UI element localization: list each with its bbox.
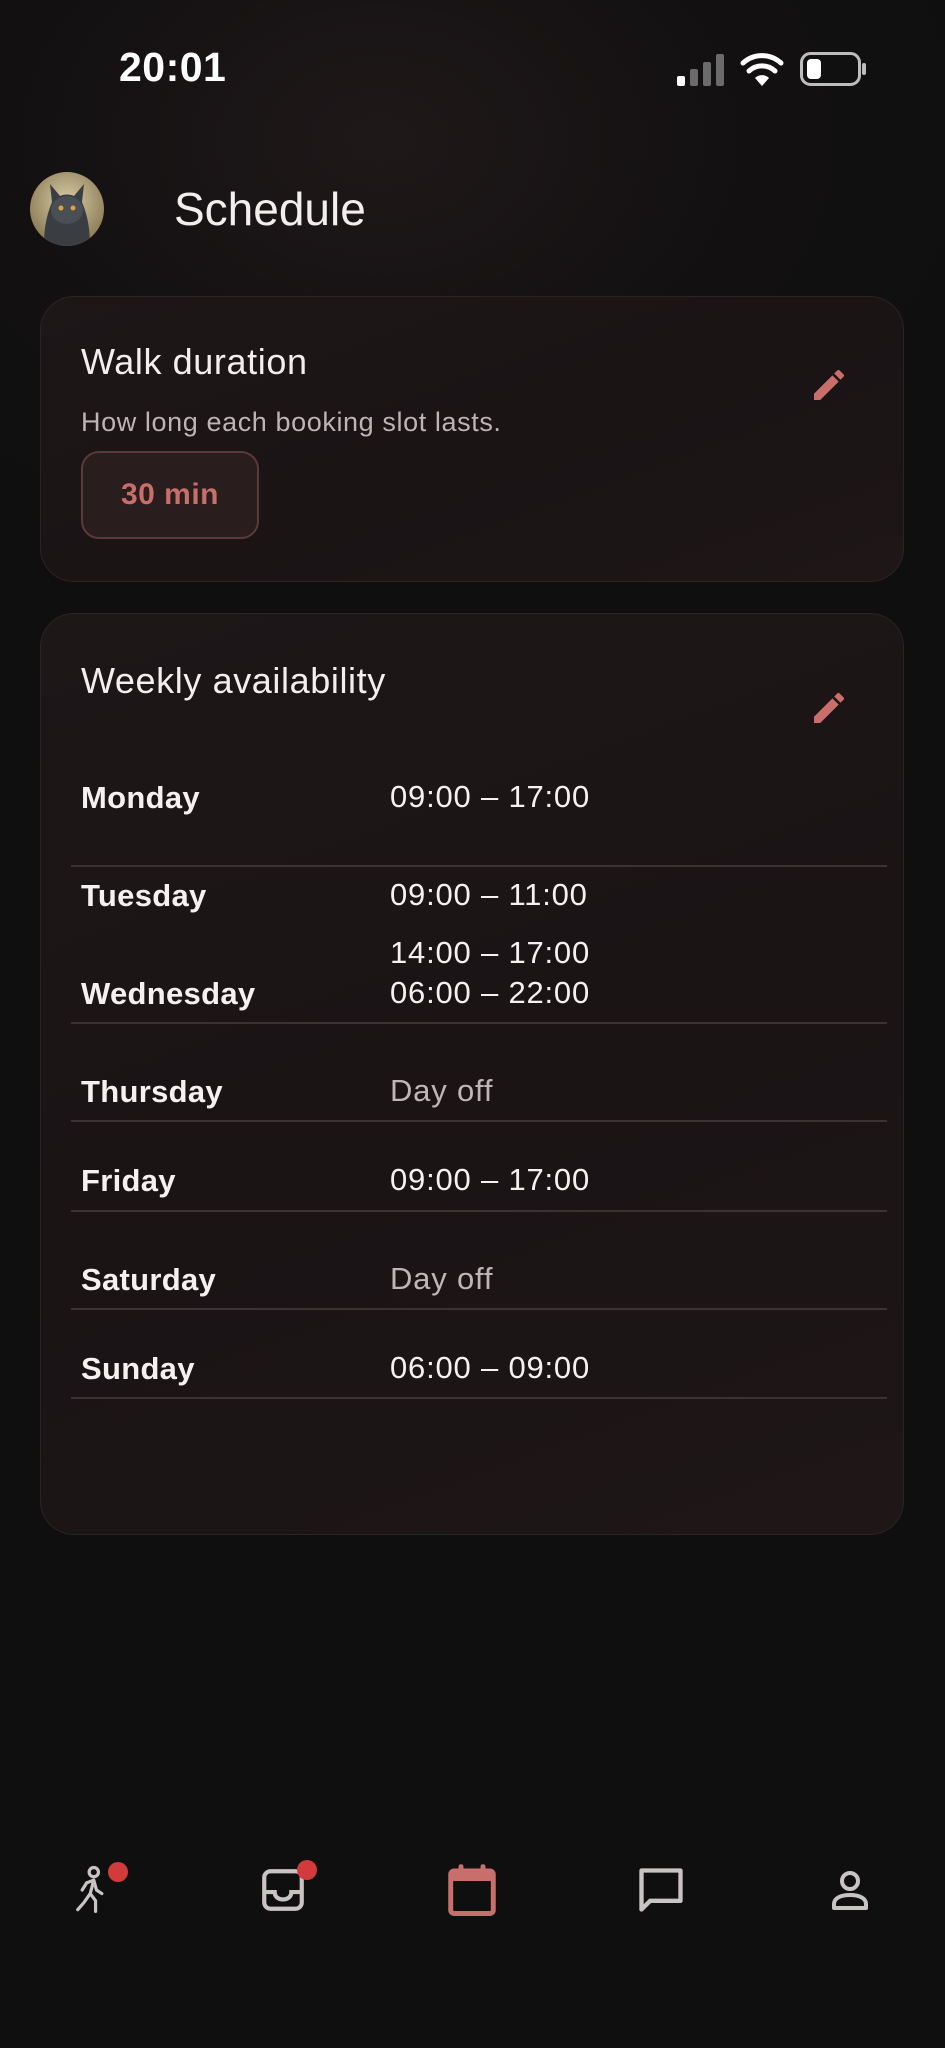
profile-icon (832, 1871, 868, 1910)
day-hours: Day off (390, 1073, 494, 1108)
walk-duration-subtitle: How long each booking slot lasts. (81, 407, 502, 437)
row-divider (71, 1022, 887, 1024)
nav-walks[interactable] (52, 1850, 132, 1930)
day-label: Wednesday (81, 976, 256, 1011)
day-hours: 09:00 – 17:00 (390, 779, 591, 814)
status-bar: 20:01 (0, 0, 945, 140)
day-label: Tuesday (81, 878, 207, 913)
nav-inbox[interactable] (243, 1850, 323, 1930)
walk-duration-title: Walk duration (81, 341, 308, 382)
row-divider (71, 1308, 887, 1310)
cellular-signal-icon (677, 54, 724, 86)
status-time: 20:01 (119, 44, 227, 90)
day-label: Monday (81, 780, 200, 815)
page-title: Schedule (174, 183, 366, 235)
day-label: Sunday (81, 1351, 195, 1386)
weekly-availability-title: Weekly availability (81, 660, 386, 701)
walk-duration-card: Walk duration How long each booking slot… (40, 296, 904, 582)
header: Schedule (0, 168, 945, 252)
pencil-icon (814, 369, 845, 400)
nav-profile[interactable] (810, 1850, 890, 1930)
weekly-availability-card: Weekly availability Monday 09:00 – 17:00… (40, 613, 904, 1535)
notification-badge (108, 1862, 128, 1882)
day-hours: 06:00 – 09:00 (390, 1350, 591, 1385)
day-label: Friday (81, 1163, 176, 1198)
row-divider (71, 1210, 887, 1212)
pencil-icon (814, 692, 845, 723)
day-label: Saturday (81, 1262, 217, 1297)
duration-value-chip[interactable]: 30 min (81, 451, 259, 539)
day-hours: 06:00 – 22:00 (390, 975, 591, 1010)
edit-duration-button[interactable] (801, 357, 857, 413)
chat-icon (639, 1868, 683, 1912)
calendar-icon (448, 1864, 496, 1916)
battery-icon (800, 52, 866, 86)
day-label: Thursday (81, 1074, 223, 1109)
nav-messages[interactable] (621, 1850, 701, 1930)
bottom-nav (0, 1850, 945, 1950)
day-hours: 09:00 – 11:00 (390, 877, 588, 912)
avatar[interactable] (30, 172, 104, 246)
nav-schedule[interactable] (432, 1850, 512, 1930)
wifi-icon (740, 53, 784, 86)
day-hours: Day off (390, 1261, 494, 1296)
row-divider (71, 1397, 887, 1399)
day-hours: 09:00 – 17:00 (390, 1162, 591, 1197)
notification-badge (297, 1860, 317, 1880)
row-divider (71, 1120, 887, 1122)
edit-availability-button[interactable] (801, 680, 857, 736)
